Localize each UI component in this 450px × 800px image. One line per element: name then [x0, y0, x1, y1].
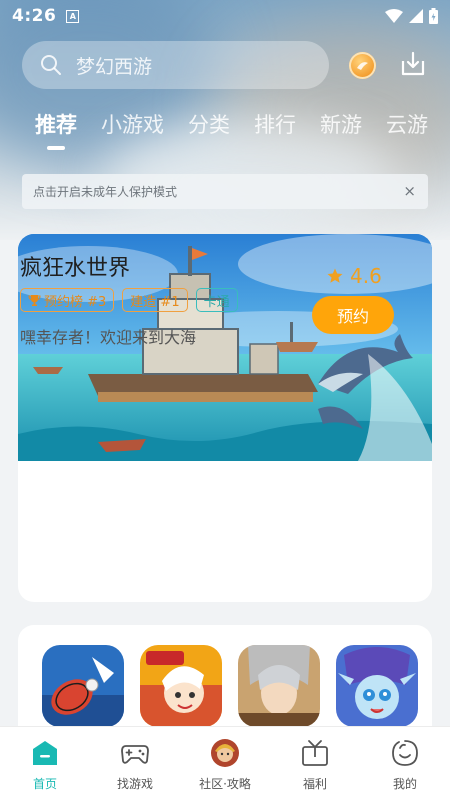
notice-text: 点击开启未成年人保护模式 [33, 185, 178, 199]
battery-icon [429, 8, 438, 24]
tab-label: 云游 [386, 113, 428, 137]
tab-label: 小游戏 [101, 113, 164, 137]
tag-reservation-rank[interactable]: 预约榜 #3 [20, 288, 115, 312]
profile-icon [392, 740, 418, 766]
tab-cloud-games[interactable]: 云游 [386, 110, 428, 140]
bottom-navigation: 首页 找游戏 社区·攻略 福利 我的 [0, 726, 450, 800]
category-tabs: 推荐 小游戏 分类 排行 新游 云游 [35, 110, 428, 150]
tab-label: 推荐 [35, 113, 77, 137]
download-icon[interactable] [400, 51, 426, 77]
game-tags: 预约榜 #3 建造 #1 卡通 [20, 288, 238, 312]
close-icon[interactable]: × [403, 182, 416, 200]
game-icon-badminton[interactable] [42, 645, 124, 727]
coin-icon[interactable] [349, 52, 376, 79]
star-icon [327, 268, 343, 283]
game-description: 嘿幸存者！欢迎来到大海 [20, 328, 197, 347]
tab-active-indicator [47, 146, 65, 150]
game-icon-elf[interactable] [336, 645, 418, 727]
wifi-icon [385, 9, 403, 23]
tag-label: 建造 #1 [130, 294, 180, 310]
rating-value: 4.6 [350, 264, 382, 288]
gamepad-icon [121, 745, 149, 764]
home-icon [33, 741, 57, 765]
tab-mini-games[interactable]: 小游戏 [101, 110, 164, 140]
community-avatar-icon [211, 739, 239, 767]
tag-label: 预约榜 #3 [44, 294, 107, 310]
tab-label: 新游 [320, 113, 362, 137]
nav-label: 首页 [32, 777, 57, 791]
nav-welfare[interactable]: 福利 [270, 727, 360, 800]
nav-community[interactable]: 社区·攻略 [180, 727, 270, 800]
nav-label: 我的 [392, 777, 417, 791]
nav-profile[interactable]: 我的 [360, 727, 450, 800]
status-time: 4:26 [12, 6, 57, 26]
gift-icon [302, 740, 328, 766]
status-indicators [385, 8, 438, 24]
tab-new-games[interactable]: 新游 [320, 110, 362, 140]
tab-recommend[interactable]: 推荐 [35, 110, 77, 150]
search-icon [41, 55, 61, 75]
signal-icon [409, 9, 423, 23]
nav-home[interactable]: 首页 [0, 727, 90, 800]
tag-cartoon[interactable]: 卡通 [195, 288, 238, 312]
trophy-icon [28, 294, 41, 306]
game-title: 疯狂水世界 [20, 256, 131, 281]
tab-rankings[interactable]: 排行 [254, 110, 296, 140]
tag-build-rank[interactable]: 建造 #1 [122, 288, 188, 312]
status-bar: 4:26 A [0, 0, 450, 32]
nav-find-games[interactable]: 找游戏 [90, 727, 180, 800]
tag-label: 卡通 [203, 294, 230, 310]
search-placeholder: 梦幻西游 [76, 55, 153, 78]
notification-icon: A [66, 9, 80, 23]
reserve-button[interactable]: 预约 [312, 296, 394, 334]
tab-label: 排行 [254, 113, 296, 137]
nav-label: 福利 [302, 777, 327, 791]
game-rating: 4.6 [326, 264, 382, 288]
tab-categories[interactable]: 分类 [188, 110, 230, 140]
tab-label: 分类 [188, 113, 230, 137]
minor-protection-notice[interactable]: 点击开启未成年人保护模式 × [22, 174, 428, 209]
featured-game-info [18, 461, 432, 602]
game-icon-warrior[interactable] [238, 645, 320, 727]
nav-label: 找游戏 [116, 777, 153, 791]
search-box[interactable]: 梦幻西游 [22, 41, 329, 89]
nav-label: 社区·攻略 [199, 777, 251, 791]
game-icon-tianwen[interactable] [140, 645, 222, 727]
search-row: 梦幻西游 [22, 41, 432, 89]
